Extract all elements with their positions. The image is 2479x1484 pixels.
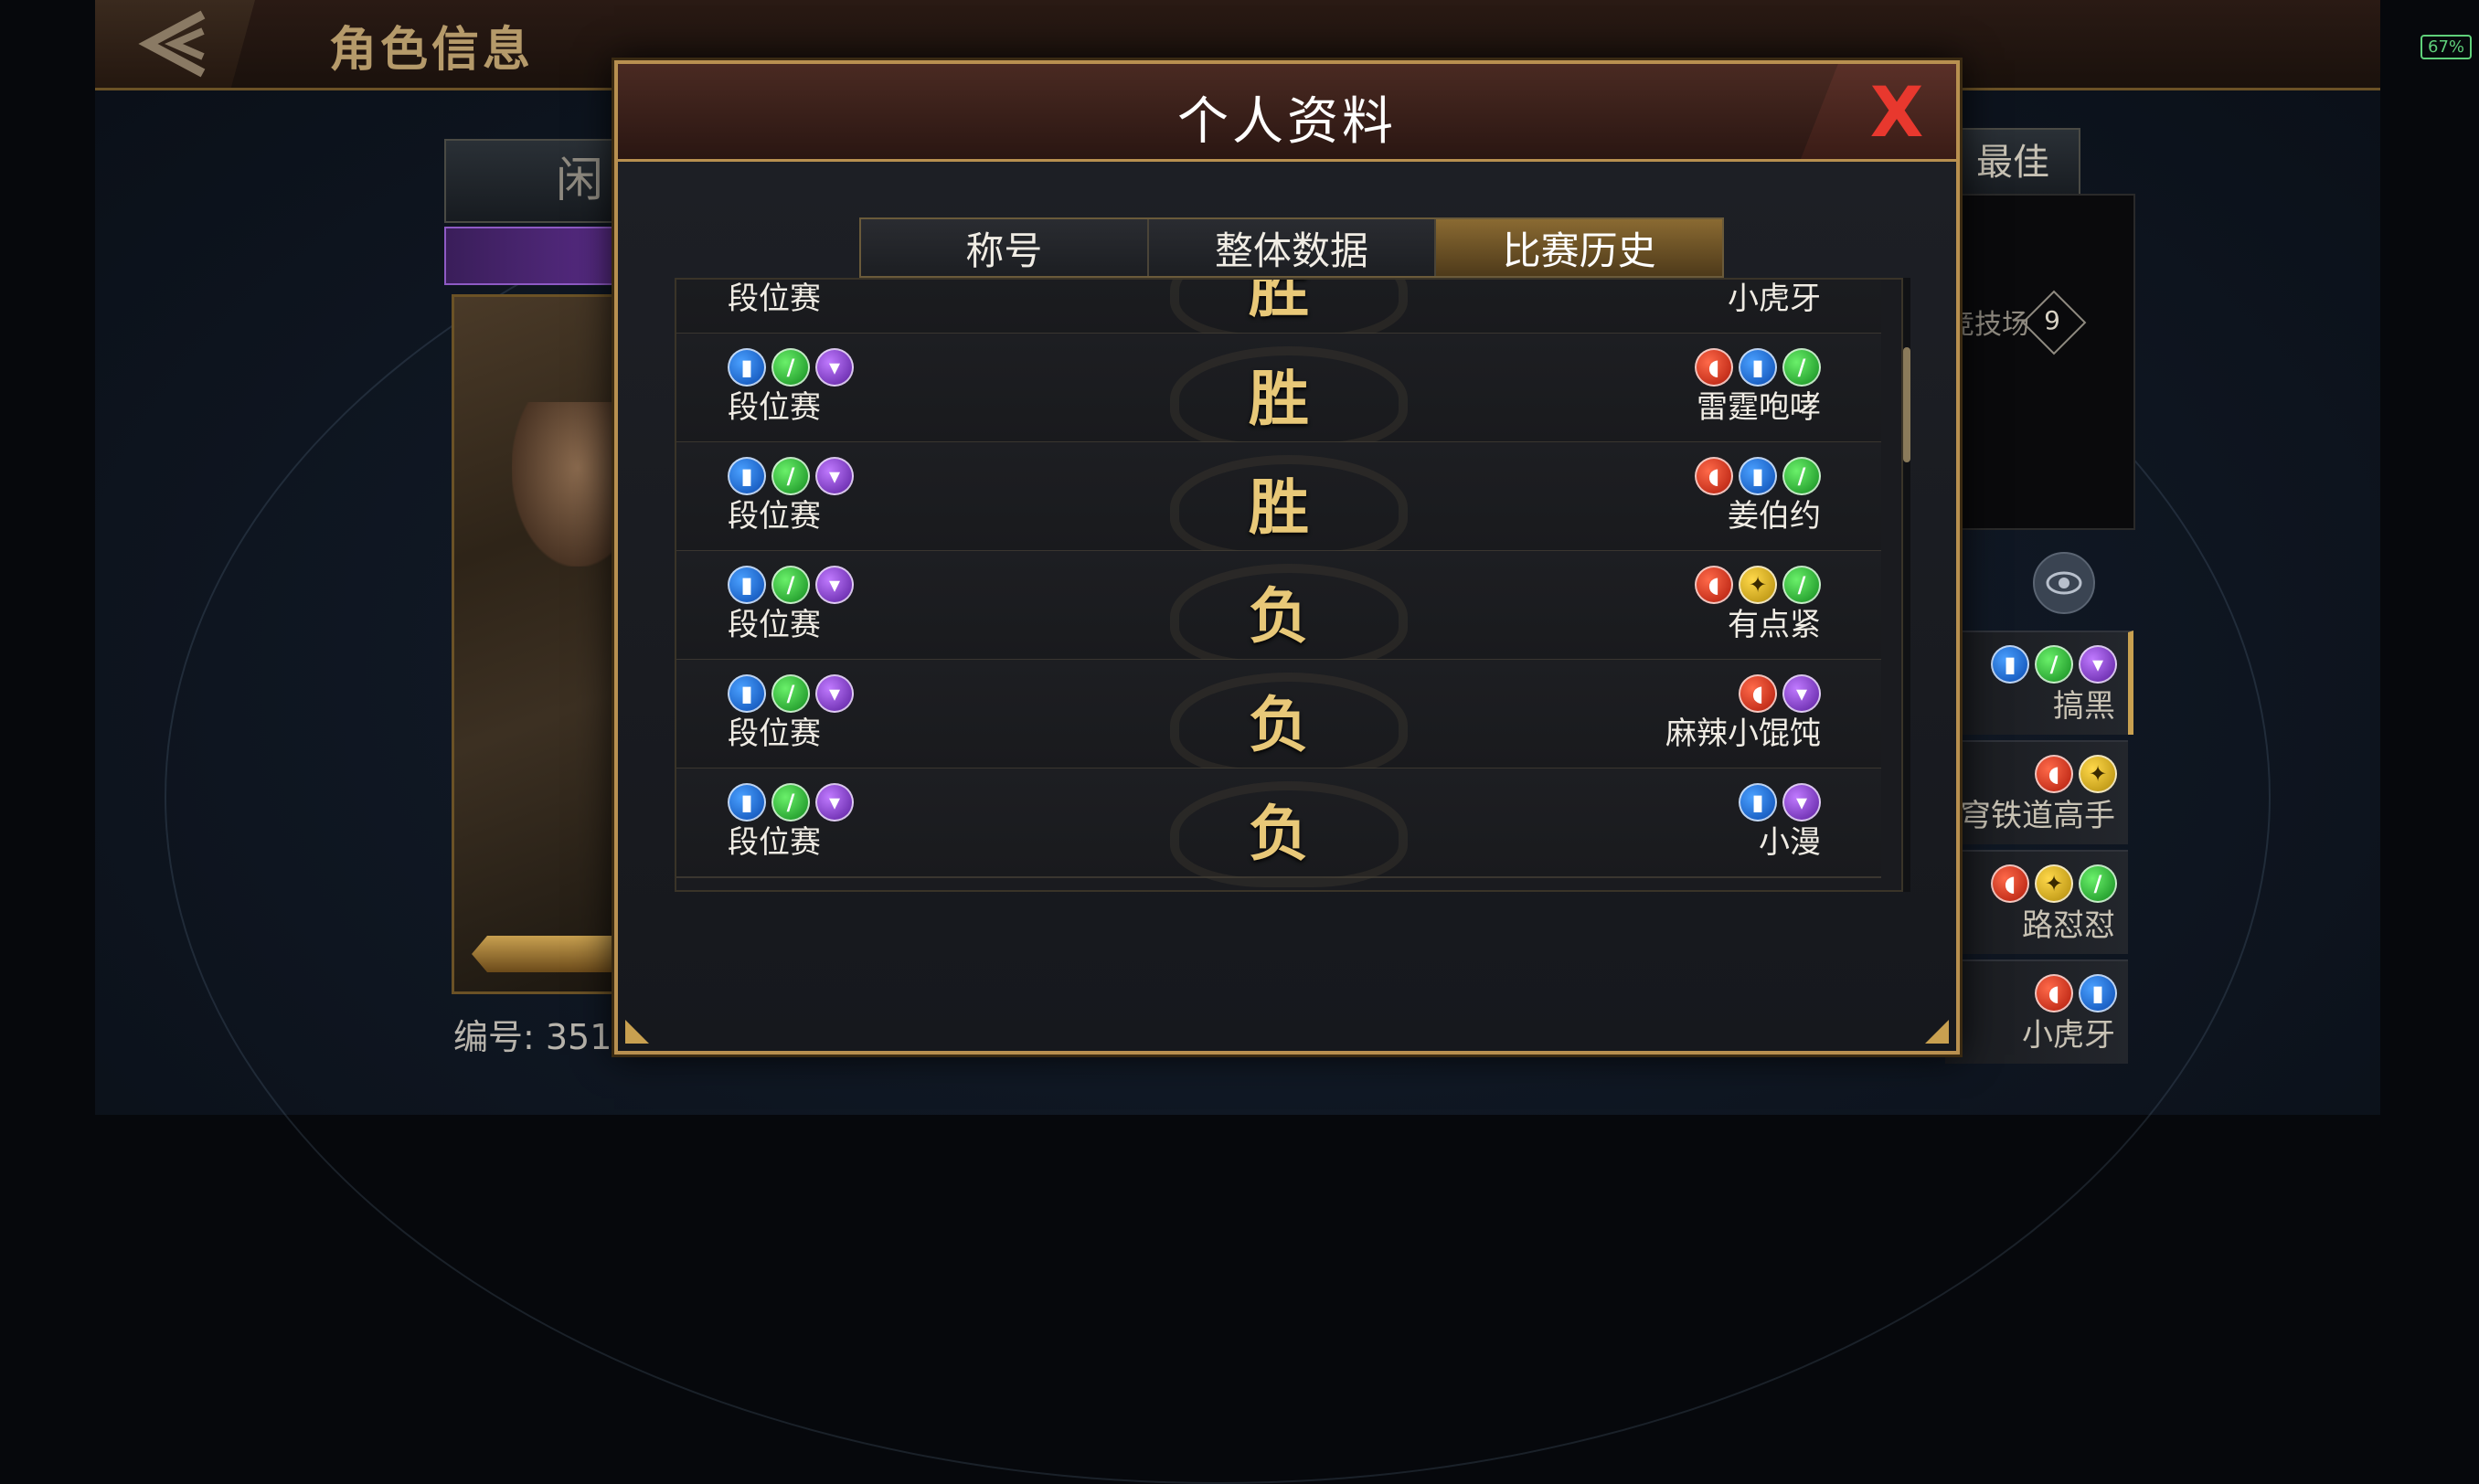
purple-class-icon: ▾ bbox=[1782, 783, 1821, 822]
green-class-icon: ∕ bbox=[2035, 645, 2073, 684]
purple-class-icon: ▾ bbox=[2079, 645, 2117, 684]
blue-class-icon: ▮ bbox=[1739, 457, 1777, 495]
scroll-thumb[interactable] bbox=[1903, 347, 1910, 462]
tab-overall-stats[interactable]: 整体数据 bbox=[1148, 219, 1437, 276]
side-item-name: 穹铁道高手 bbox=[1960, 798, 2115, 834]
side-item-name: 路怼怼 bbox=[2022, 907, 2115, 944]
modal-header: 个人资料 X bbox=[618, 64, 1956, 162]
match-result: 胜 bbox=[1249, 278, 1309, 325]
player-id: 编号: 3518 bbox=[453, 1017, 634, 1057]
green-class-icon: ∕ bbox=[1782, 457, 1821, 495]
corner-ornament bbox=[1925, 1020, 1949, 1044]
opponent-class-icons: ▮ ▾ bbox=[1739, 783, 1821, 822]
left-tab[interactable]: 闲云 bbox=[444, 139, 627, 289]
side-class-icons: ▮ ∕ ▾ bbox=[1991, 645, 2117, 684]
side-item-name: 小虎牙 bbox=[2022, 1017, 2115, 1054]
close-icon: X bbox=[1869, 70, 1924, 153]
blue-class-icon: ▮ bbox=[1739, 348, 1777, 387]
arena-level: 9 bbox=[2044, 305, 2060, 335]
back-button[interactable] bbox=[95, 0, 255, 88]
opponent-class-icons: ◖ ▾ bbox=[1739, 674, 1821, 713]
best-tab[interactable]: 最佳 bbox=[1945, 128, 2080, 201]
opponent-name: 姜伯约 bbox=[1728, 498, 1821, 535]
opponent-name: 小虎牙 bbox=[1728, 281, 1821, 317]
match-result: 负 bbox=[1249, 798, 1309, 869]
scrollbar[interactable] bbox=[1903, 278, 1910, 892]
opponent-name: 小漫 bbox=[1759, 824, 1821, 861]
blue-class-icon: ▮ bbox=[1739, 783, 1777, 822]
best-panel bbox=[1945, 194, 2135, 530]
side-class-icons: ◖ ✦ ∕ bbox=[1991, 864, 2117, 903]
green-class-icon: ∕ bbox=[1782, 348, 1821, 387]
tab-title[interactable]: 称号 bbox=[861, 219, 1149, 276]
side-list-item[interactable]: ▮ ∕ ▾ 搞黑 bbox=[1945, 631, 2133, 735]
green-class-icon: ∕ bbox=[2079, 864, 2117, 903]
eye-icon bbox=[2046, 571, 2082, 595]
character-portrait bbox=[452, 294, 631, 994]
side-list-item[interactable]: ◖ ✦ ∕ 路怼怼 bbox=[1945, 850, 2128, 954]
yellow-class-icon: ✦ bbox=[1739, 566, 1777, 604]
match-row[interactable]: ▮ ∕ ▾ 段位赛负 ◖ ▾ 麻辣小馄饨 bbox=[676, 660, 1881, 779]
tab-match-history[interactable]: 比赛历史 bbox=[1436, 219, 1723, 289]
match-row[interactable]: ▮ ∕ ▾ 段位赛胜 ◖ ▮ ∕ 姜伯约 bbox=[676, 442, 1881, 561]
opponent-class-icons: ◖ ▮ ∕ bbox=[1695, 348, 1821, 387]
battery-indicator: 67% bbox=[2420, 35, 2473, 59]
modal-tabs: 称号 整体数据 比赛历史 bbox=[859, 217, 1724, 289]
opponent-class-icons: ◖ ✦ ∕ bbox=[1695, 566, 1821, 604]
side-class-icons: ◖ ✦ bbox=[2035, 755, 2117, 793]
red-class-icon: ◖ bbox=[2035, 974, 2073, 1012]
match-row[interactable]: ▮ ∕ ▾ 段位赛负 ▮ ▾ 小漫 bbox=[676, 768, 1881, 887]
match-row[interactable]: ▮ ∕ ▾ 段位赛负 ◖ ✦ ∕ 有点紧 bbox=[676, 551, 1881, 670]
match-history-list[interactable]: ▮∕▾段位赛胜◖▮小虎牙▮∕▾段位赛胜◖▮∕雷霆咆哮▮∕▾段位赛胜◖▮∕姜伯约▮… bbox=[675, 278, 1903, 892]
profile-modal: 个人资料 X 称号 整体数据 比赛历史 ▮∕▾段位赛胜◖▮小虎牙▮∕▾段位赛胜◖… bbox=[614, 60, 1960, 1055]
back-arrow-icon bbox=[137, 10, 205, 78]
portrait-banner bbox=[472, 936, 627, 972]
blue-class-icon: ▮ bbox=[1991, 645, 2029, 684]
yellow-class-icon: ✦ bbox=[2035, 864, 2073, 903]
character-face bbox=[512, 402, 622, 567]
close-button[interactable]: X bbox=[1801, 64, 1956, 159]
rank-banner bbox=[444, 227, 631, 285]
match-row[interactable]: ▮ ∕ ▾ 段位赛胜 ◖ ▮ ∕ 雷霆咆哮 bbox=[676, 334, 1881, 452]
red-class-icon: ◖ bbox=[2035, 755, 2073, 793]
red-class-icon: ◖ bbox=[1739, 674, 1777, 713]
opponent-name: 有点紧 bbox=[1728, 607, 1821, 643]
side-list-item[interactable]: ◖ ✦ 穹铁道高手 bbox=[1945, 740, 2128, 844]
red-class-icon: ◖ bbox=[1695, 566, 1733, 604]
match-row[interactable]: ▮∕▾段位赛胜◖▮小虎牙 bbox=[676, 278, 1881, 344]
side-class-icons: ◖ ▮ bbox=[2035, 974, 2117, 1012]
green-class-icon: ∕ bbox=[1782, 566, 1821, 604]
opponent-class-icons: ◖ ▮ ∕ bbox=[1695, 457, 1821, 495]
side-item-name: 搞黑 bbox=[2053, 688, 2115, 725]
opponent-name: 雷霆咆哮 bbox=[1697, 389, 1821, 426]
modal-title: 个人资料 bbox=[1177, 92, 1397, 152]
red-class-icon: ◖ bbox=[1695, 457, 1733, 495]
yellow-class-icon: ✦ bbox=[2079, 755, 2117, 793]
side-list-item[interactable]: ◖ ▮ 小虎牙 bbox=[1945, 959, 2128, 1064]
purple-class-icon: ▾ bbox=[1782, 674, 1821, 713]
page-title: 角色信息 bbox=[329, 22, 535, 78]
corner-ornament bbox=[625, 1020, 649, 1044]
red-class-icon: ◖ bbox=[1695, 348, 1733, 387]
blue-class-icon: ▮ bbox=[2079, 974, 2117, 1012]
red-class-icon: ◖ bbox=[1991, 864, 2029, 903]
eye-button[interactable] bbox=[2033, 552, 2095, 614]
opponent-name: 麻辣小馄饨 bbox=[1665, 716, 1821, 752]
